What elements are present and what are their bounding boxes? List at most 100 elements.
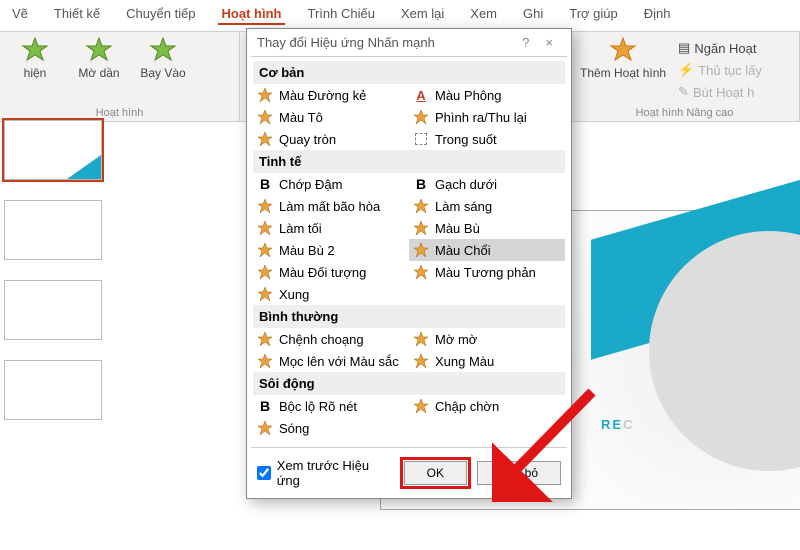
- ok-button[interactable]: OK: [404, 461, 467, 485]
- effect-label: Làm sáng: [435, 199, 492, 214]
- effect-label: Mờ mờ: [435, 332, 477, 347]
- effect-item[interactable]: Phình ra/Thu lại: [409, 106, 565, 128]
- trigger-icon: ⚡: [678, 62, 694, 78]
- preview-effect-checkbox[interactable]: Xem trước Hiệu ứng: [257, 458, 394, 488]
- slide-thumb-3[interactable]: [4, 280, 102, 340]
- effect-label: Sóng: [279, 421, 309, 436]
- tab-help[interactable]: Trợ giúp: [565, 4, 622, 25]
- animation-painter-button[interactable]: ✎Bút Hoạt h: [674, 82, 766, 102]
- effect-label: Màu Phông: [435, 88, 502, 103]
- effect-label: Màu Chổi: [435, 243, 491, 258]
- effect-item[interactable]: Làm tối: [253, 217, 409, 239]
- tab-review[interactable]: Xem lại: [397, 4, 448, 25]
- effect-item[interactable]: Chệnh choạng: [253, 328, 409, 350]
- star-icon: [413, 242, 429, 258]
- effect-item[interactable]: Trong suốt: [409, 128, 565, 150]
- effect-item[interactable]: Màu Đường kẻ: [253, 84, 409, 106]
- star-icon: [257, 198, 273, 214]
- effect-label: Màu Bù 2: [279, 243, 335, 258]
- tab-record[interactable]: Ghi: [519, 4, 547, 25]
- slide-thumb-1[interactable]: [4, 120, 102, 180]
- dialog-help-button[interactable]: ?: [514, 35, 537, 50]
- tab-draw[interactable]: Vẽ: [8, 4, 32, 25]
- effect-item[interactable]: Xung Màu: [409, 350, 565, 372]
- tab-view[interactable]: Xem: [466, 4, 501, 25]
- star-icon: [257, 109, 273, 125]
- canvas-title-text: REC: [601, 391, 634, 439]
- dialog-close-button[interactable]: ×: [537, 35, 561, 50]
- effect-item[interactable]: B Gạch dưới: [409, 173, 565, 195]
- effect-item[interactable]: Chập chờn: [409, 395, 565, 417]
- effect-list[interactable]: Cơ bản Màu Đường kẻAMàu Phông Màu Tô Phình…: [251, 56, 567, 448]
- effect-item[interactable]: Mọc lên với Màu sắc: [253, 350, 409, 372]
- effect-item[interactable]: Sóng: [253, 417, 409, 439]
- cancel-button[interactable]: Hủy bỏ: [477, 461, 561, 485]
- category-subtle: Tinh tế: [253, 150, 565, 173]
- effect-label: Gạch dưới: [435, 177, 497, 192]
- effect-label: Quay tròn: [279, 132, 336, 147]
- effect-item[interactable]: Quay tròn: [253, 128, 409, 150]
- effect-item[interactable]: Mờ mờ: [409, 328, 565, 350]
- effect-label: Bộc lộ Rõ nét: [279, 399, 357, 414]
- star-icon: [257, 331, 273, 347]
- star-icon: [85, 36, 113, 64]
- effect-item[interactable]: B Chớp Đậm: [253, 173, 409, 195]
- effect-item[interactable]: AMàu Phông: [409, 84, 565, 106]
- star-icon: [257, 242, 273, 258]
- effect-label: Chớp Đậm: [279, 177, 342, 192]
- star-icon: [257, 87, 273, 103]
- star-plus-icon: [609, 36, 637, 64]
- star-icon: [257, 420, 273, 436]
- star-icon: [413, 398, 429, 414]
- effect-label: Màu Tương phản: [435, 265, 536, 280]
- star-icon: [413, 353, 429, 369]
- change-emphasis-effect-dialog: Thay đổi Hiệu ứng Nhấn mạnh ? × Cơ bản M…: [246, 28, 572, 499]
- slide-thumb-2[interactable]: [4, 200, 102, 260]
- effect-item[interactable]: Màu Đối tượng: [253, 261, 409, 283]
- effect-label: Màu Bù: [435, 221, 480, 236]
- category-moderate: Bình thường: [253, 305, 565, 328]
- tab-slideshow[interactable]: Trình Chiếu: [303, 4, 378, 25]
- dialog-title: Thay đổi Hiệu ứng Nhấn mạnh: [257, 35, 514, 50]
- slide-thumbnails: [4, 120, 102, 420]
- effect-label: Màu Tô: [279, 110, 323, 125]
- tab-animations[interactable]: Hoạt hình: [218, 4, 286, 25]
- anim-flyin[interactable]: Bay Vào: [138, 36, 188, 80]
- effect-item[interactable]: Màu Tương phản: [409, 261, 565, 283]
- effect-item[interactable]: Làm mất bão hòa: [253, 195, 409, 217]
- painter-icon: ✎: [678, 84, 689, 100]
- anim-appear[interactable]: hiện: [10, 36, 60, 80]
- star-icon: [149, 36, 177, 64]
- effect-item[interactable]: Màu Bù: [409, 217, 565, 239]
- slide-thumb-4[interactable]: [4, 360, 102, 420]
- animation-pane-button[interactable]: ▤Ngăn Hoạt: [674, 38, 766, 58]
- effect-label: Làm mất bão hòa: [279, 199, 380, 214]
- group-title-animation: Hoạt hình: [10, 107, 229, 119]
- effect-item[interactable]: Xung: [253, 283, 409, 305]
- tab-transitions[interactable]: Chuyển tiếp: [122, 4, 199, 25]
- effect-label: Chập chờn: [435, 399, 499, 414]
- effect-label: Xung Màu: [435, 354, 494, 369]
- effect-item[interactable]: Màu Bù 2: [253, 239, 409, 261]
- effect-item[interactable]: Màu Tô: [253, 106, 409, 128]
- bold-icon: B: [257, 176, 273, 192]
- effect-label: Xung: [279, 287, 309, 302]
- star-icon: [257, 264, 273, 280]
- trigger-button[interactable]: ⚡Thủ tục lấy: [674, 60, 766, 80]
- preview-checkbox-input[interactable]: [257, 466, 271, 480]
- group-title-advanced: Hoạt hình Nâng cao: [580, 107, 789, 119]
- add-animation-button[interactable]: Thêm Hoạt hình: [580, 36, 666, 102]
- tab-format[interactable]: Định: [640, 4, 675, 25]
- box-icon: [413, 131, 429, 147]
- star-icon: [257, 353, 273, 369]
- effect-item[interactable]: BBộc lộ Rõ nét: [253, 395, 409, 417]
- star-icon: [257, 131, 273, 147]
- category-basic: Cơ bản: [253, 61, 565, 84]
- anim-fade[interactable]: Mờ dần: [74, 36, 124, 80]
- pane-icon: ▤: [678, 40, 690, 56]
- bold-icon: B: [413, 176, 429, 192]
- effect-label: Trong suốt: [435, 132, 497, 147]
- tab-design[interactable]: Thiết kế: [50, 4, 104, 25]
- effect-item[interactable]: Màu Chổi: [409, 239, 565, 261]
- effect-item[interactable]: Làm sáng: [409, 195, 565, 217]
